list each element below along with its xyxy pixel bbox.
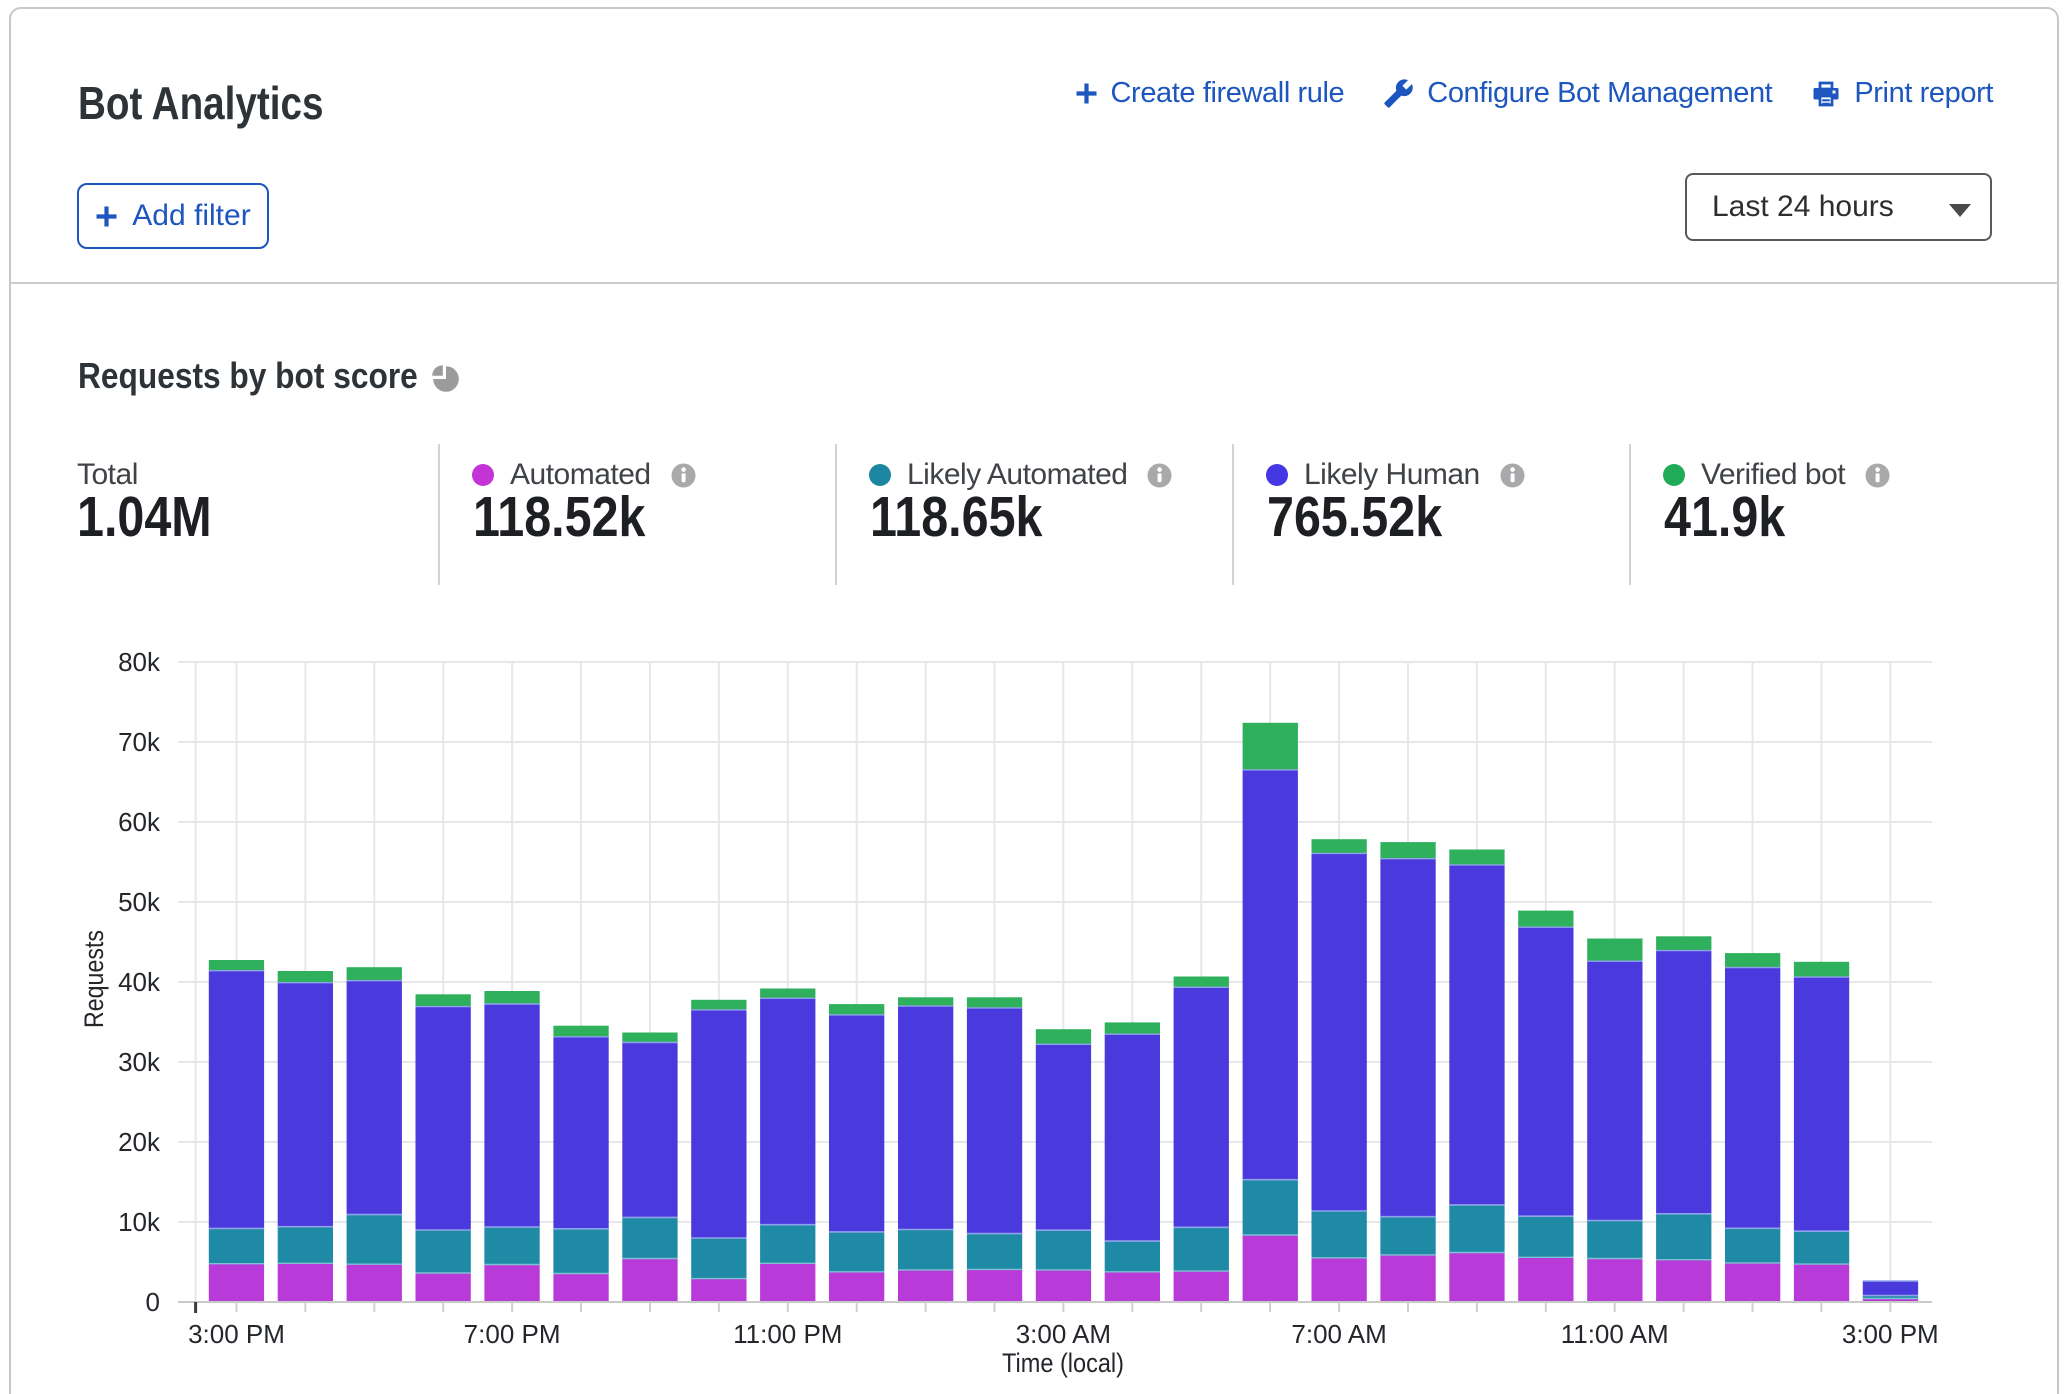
svg-text:30k: 30k (118, 1047, 161, 1077)
svg-text:7:00 PM: 7:00 PM (464, 1319, 561, 1349)
svg-text:60k: 60k (118, 807, 161, 837)
svg-text:7:00 AM: 7:00 AM (1291, 1319, 1386, 1349)
svg-text:20k: 20k (118, 1127, 161, 1157)
svg-text:80k: 80k (118, 647, 161, 677)
svg-text:Time (local): Time (local) (1002, 1348, 1124, 1378)
svg-text:40k: 40k (118, 967, 161, 997)
svg-text:Requests: Requests (79, 930, 109, 1028)
svg-text:11:00 PM: 11:00 PM (733, 1319, 842, 1349)
svg-text:3:00 PM: 3:00 PM (188, 1319, 285, 1349)
svg-text:11:00 AM: 11:00 AM (1561, 1319, 1669, 1349)
svg-text:0: 0 (146, 1287, 160, 1317)
svg-text:3:00 PM: 3:00 PM (1842, 1319, 1939, 1349)
svg-text:10k: 10k (118, 1207, 161, 1237)
svg-text:50k: 50k (118, 887, 161, 917)
svg-text:3:00 AM: 3:00 AM (1016, 1319, 1111, 1349)
svg-text:70k: 70k (118, 727, 161, 757)
